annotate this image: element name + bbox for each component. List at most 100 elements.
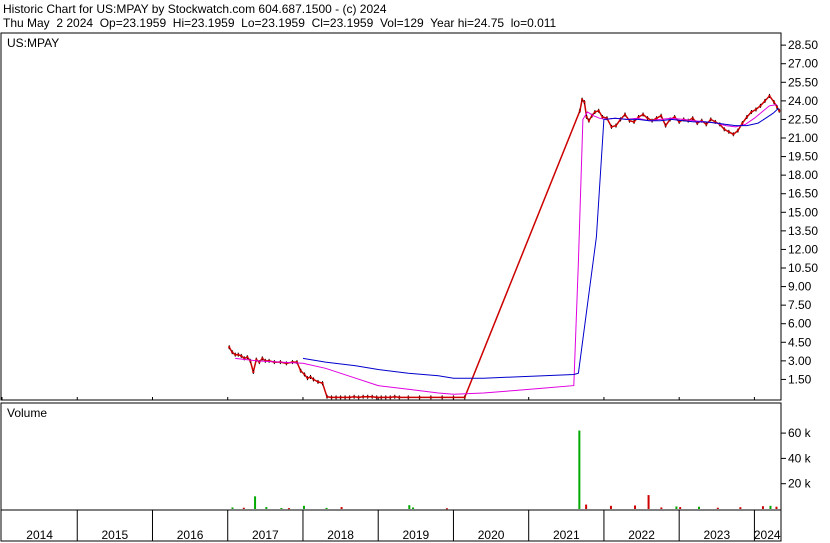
price-bar-point bbox=[303, 373, 306, 376]
price-y-tick-label: 1.50 bbox=[788, 372, 812, 386]
price-y-tick-label: 16.50 bbox=[788, 187, 818, 201]
price-bar-point bbox=[312, 378, 315, 381]
price-y-tick-label: 9.00 bbox=[788, 280, 812, 294]
price-bar-point bbox=[371, 395, 374, 398]
price-y-tick-label: 10.50 bbox=[788, 261, 818, 275]
stock-chart: US:MPAY Volume 28.50 27.00 25.50 24.00 22.50… bbox=[0, 32, 818, 542]
price-y-tick-label: 3.00 bbox=[788, 354, 812, 368]
price-y-tick-label: 15.00 bbox=[788, 205, 818, 219]
price-bar-point bbox=[380, 396, 383, 399]
price-y-tick-label: 18.00 bbox=[788, 168, 818, 182]
price-y-axis: 28.50 27.00 25.50 24.00 22.50 21.00 19.50 18.00… bbox=[781, 38, 818, 386]
price-bar-point bbox=[348, 396, 351, 399]
price-bar-point bbox=[754, 108, 757, 111]
price-bar-point bbox=[384, 396, 387, 399]
price-y-tick-label: 21.00 bbox=[788, 131, 818, 145]
price-bar-point bbox=[673, 115, 676, 118]
price-bar-point bbox=[398, 396, 401, 399]
year-label: 2024 bbox=[754, 528, 781, 542]
price-y-tick-label: 22.50 bbox=[788, 112, 818, 126]
price-bar-point bbox=[610, 125, 613, 128]
price-bar-point bbox=[691, 117, 694, 120]
price-bar-point bbox=[326, 395, 329, 398]
volume-bar bbox=[769, 505, 772, 509]
price-bar-point bbox=[357, 396, 360, 399]
price-bar-point bbox=[246, 356, 249, 359]
price-bar-point bbox=[642, 113, 645, 116]
volume-bar bbox=[609, 505, 612, 509]
price-bar-point bbox=[723, 128, 726, 131]
volume-bar bbox=[679, 507, 682, 509]
price-bar-point bbox=[709, 118, 712, 121]
price-y-tick-label: 13.50 bbox=[788, 224, 818, 238]
price-bar-point bbox=[252, 371, 255, 373]
volume-y-tick-label: 20 k bbox=[788, 477, 812, 491]
volume-bar bbox=[445, 508, 448, 510]
price-bar-point bbox=[732, 133, 735, 136]
volume-bar bbox=[302, 505, 305, 509]
year-label: 2022 bbox=[628, 528, 655, 542]
price-bar-point bbox=[344, 396, 347, 399]
price-bar-point bbox=[366, 395, 369, 398]
volume-bar bbox=[739, 507, 742, 509]
volume-bar bbox=[697, 506, 700, 509]
year-label: 2020 bbox=[478, 528, 505, 542]
volume-y-tick-label: 60 k bbox=[788, 426, 812, 440]
volume-bar bbox=[412, 507, 415, 509]
price-bar-point bbox=[261, 357, 264, 360]
price-bar-point bbox=[339, 396, 342, 399]
price-bar-point bbox=[234, 353, 237, 356]
price-bar-point bbox=[231, 351, 234, 354]
price-bar-point bbox=[593, 111, 596, 113]
price-bar-point bbox=[655, 117, 658, 120]
price-bar-point bbox=[772, 101, 775, 104]
price-bar-point bbox=[237, 353, 240, 356]
price-bar-point bbox=[727, 130, 730, 133]
price-bar-point bbox=[696, 122, 699, 125]
volume-bar bbox=[660, 507, 663, 509]
volume-bar bbox=[280, 507, 283, 509]
price-bar-point bbox=[309, 375, 312, 378]
price-bar-point bbox=[228, 346, 231, 349]
year-label: 2023 bbox=[703, 528, 730, 542]
year-label: 2017 bbox=[252, 528, 279, 542]
price-bar-point bbox=[768, 94, 771, 97]
price-bar-point bbox=[463, 396, 466, 399]
price-bar-point bbox=[441, 396, 444, 399]
volume-bar bbox=[265, 507, 268, 509]
price-bar-point bbox=[759, 104, 762, 107]
price-y-tick-label: 19.50 bbox=[788, 150, 818, 164]
price-bar-point bbox=[335, 396, 338, 399]
price-panel-title: US:MPAY bbox=[7, 36, 59, 50]
year-label: 2014 bbox=[26, 528, 53, 542]
price-y-tick-label: 6.00 bbox=[788, 317, 812, 331]
price-bar-point bbox=[614, 124, 617, 127]
price-bar-point bbox=[646, 117, 649, 120]
price-bar-point bbox=[741, 122, 744, 125]
price-bar-point bbox=[705, 123, 708, 126]
year-label: 2016 bbox=[177, 528, 204, 542]
price-bar-point bbox=[745, 115, 748, 118]
price-bar-point bbox=[240, 354, 243, 357]
volume-bar bbox=[761, 506, 764, 509]
volume-bar bbox=[287, 508, 290, 510]
volume-bar bbox=[775, 506, 778, 509]
year-label: 2015 bbox=[102, 528, 129, 542]
price-bar-point bbox=[578, 109, 581, 112]
price-bar-point bbox=[393, 395, 396, 398]
volume-bar bbox=[647, 495, 650, 509]
price-bar-point bbox=[306, 377, 309, 380]
price-bar-point bbox=[389, 396, 392, 399]
price-bar-point bbox=[775, 106, 778, 109]
volume-bar bbox=[340, 507, 343, 509]
price-bar-point bbox=[624, 113, 627, 116]
price-bar-point bbox=[664, 124, 667, 127]
price-y-tick-label: 27.00 bbox=[788, 57, 818, 71]
price-bar-point bbox=[736, 129, 739, 132]
price-bar-point bbox=[763, 99, 766, 102]
volume-bar bbox=[231, 507, 234, 509]
volume-bar bbox=[634, 505, 637, 509]
price-bar-point bbox=[407, 396, 410, 399]
price-bar-point bbox=[597, 109, 600, 112]
price-bar-point bbox=[637, 115, 640, 118]
